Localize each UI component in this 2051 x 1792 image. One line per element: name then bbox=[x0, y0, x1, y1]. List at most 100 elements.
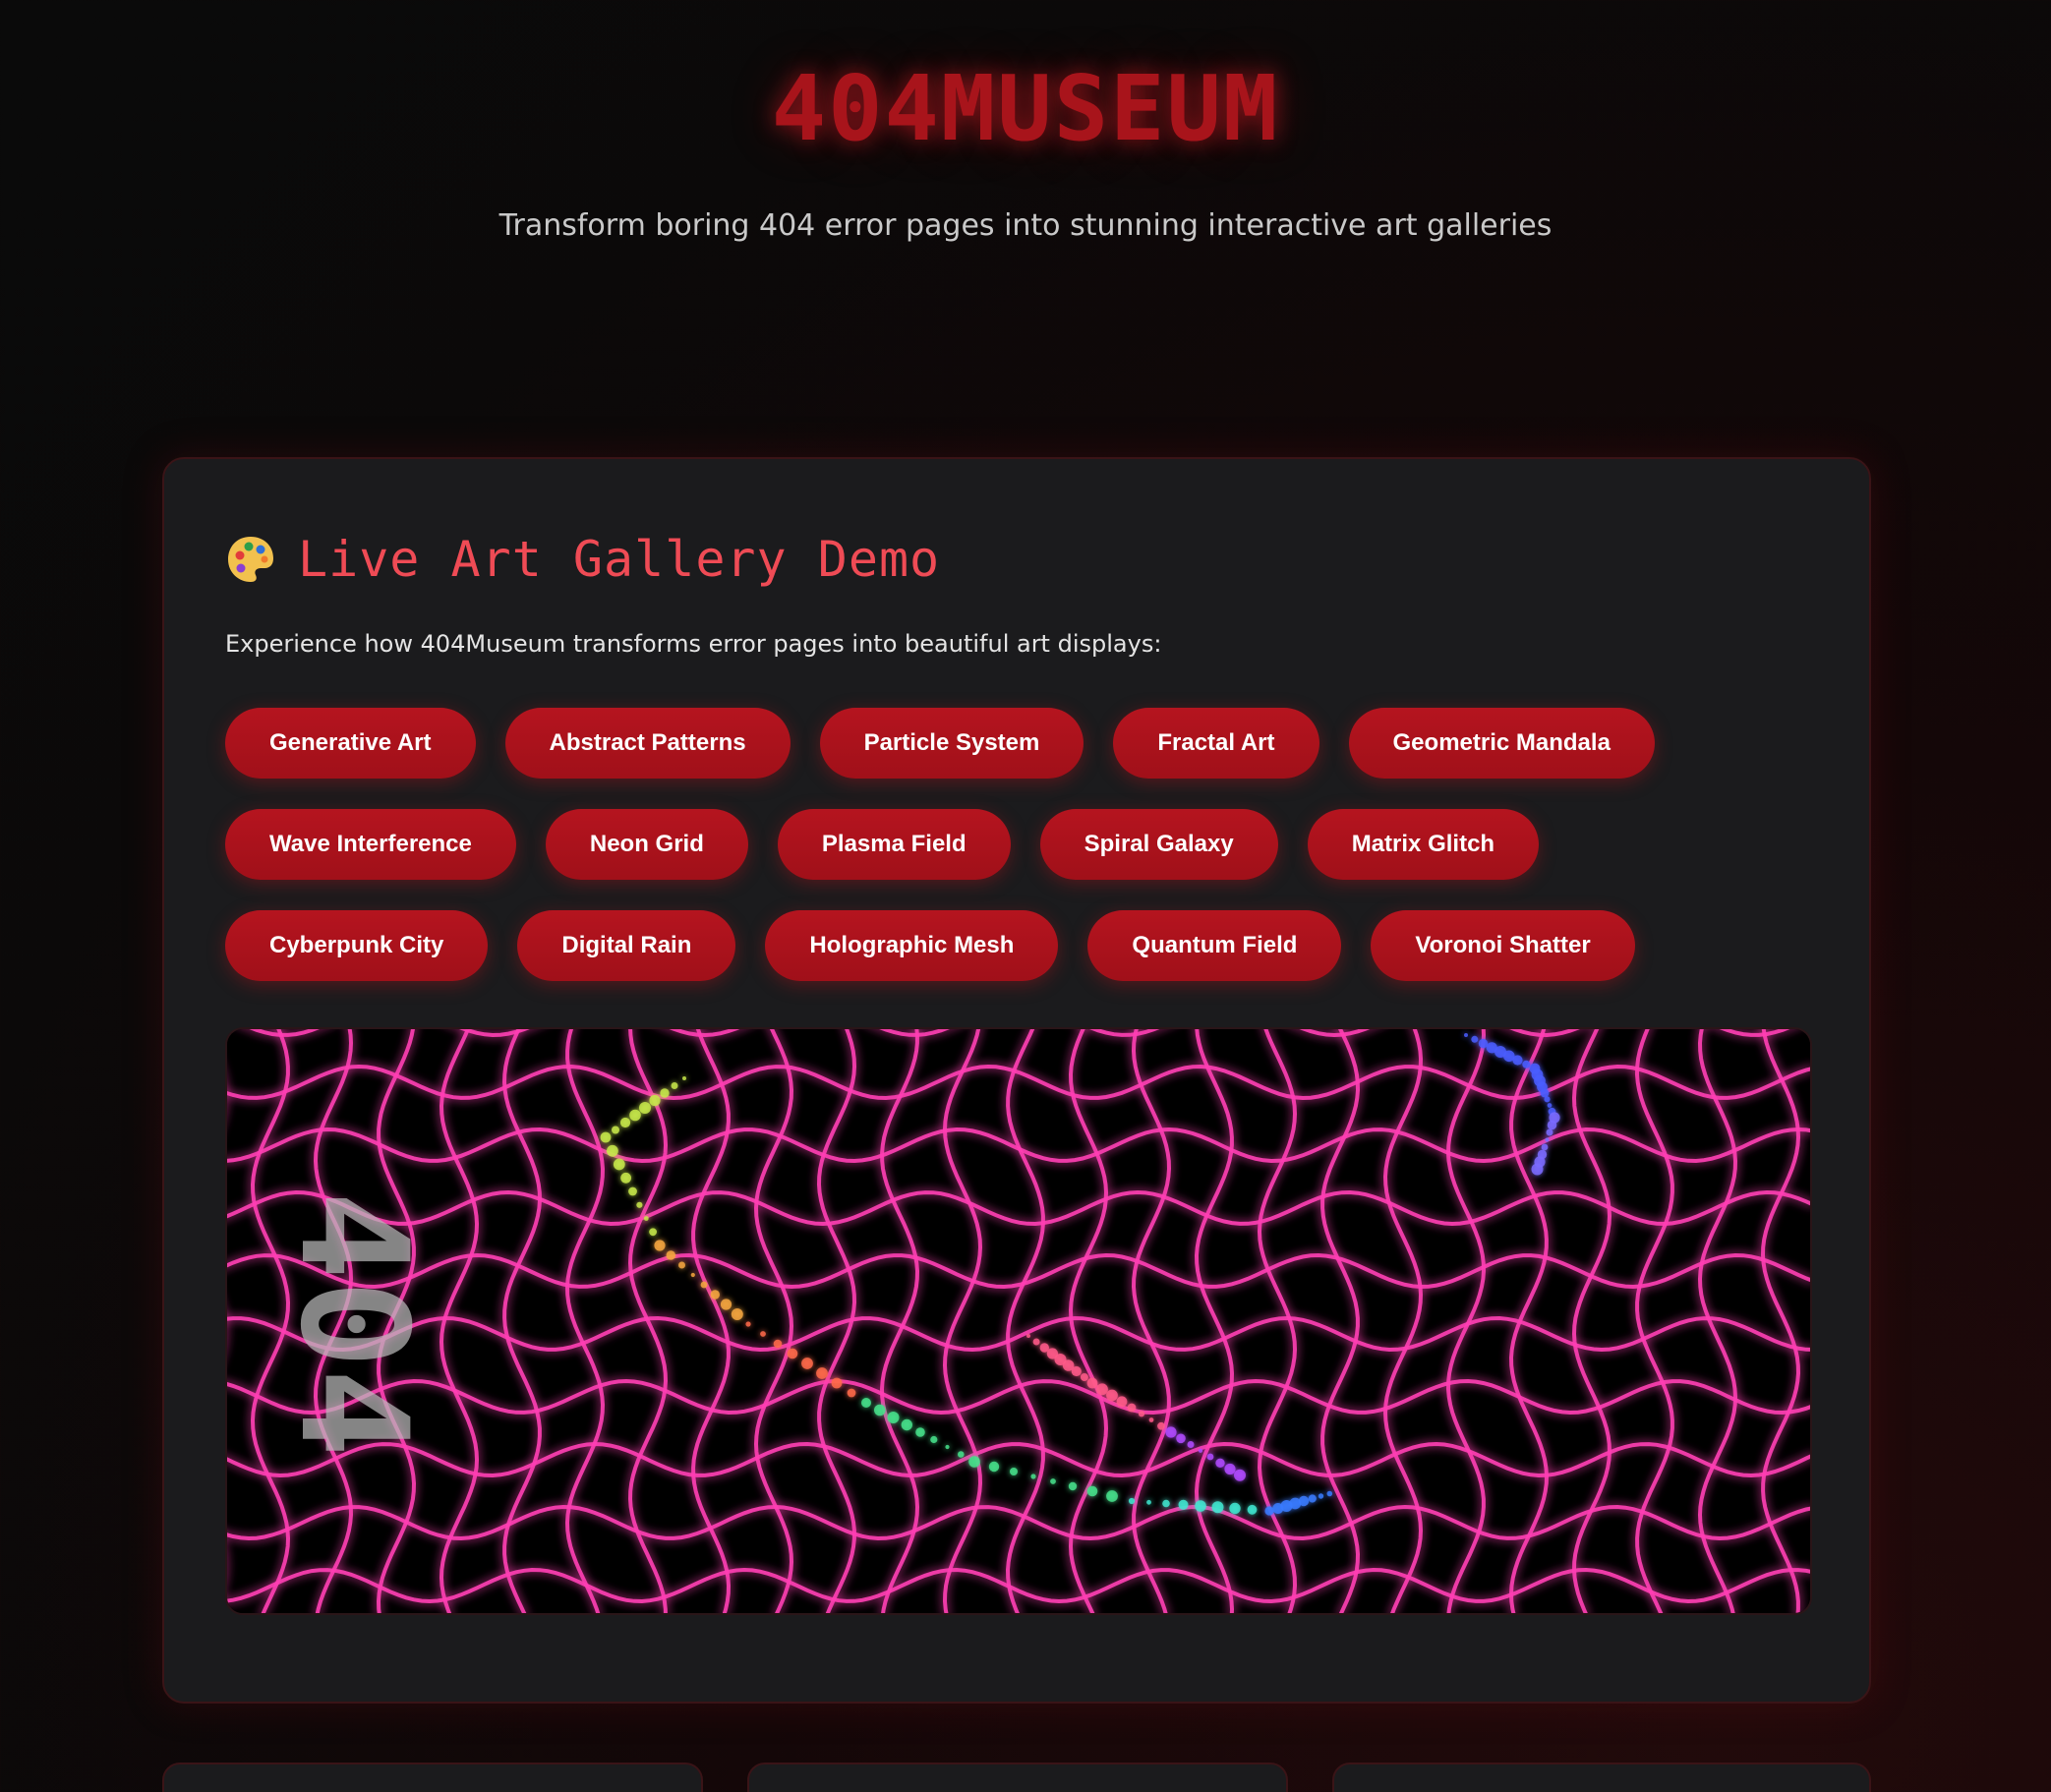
particle-dot bbox=[1106, 1490, 1118, 1502]
style-button-matrix-glitch[interactable]: Matrix Glitch bbox=[1307, 809, 1540, 880]
particle-dot bbox=[874, 1404, 886, 1416]
particle-dot bbox=[1176, 1433, 1186, 1444]
particle-dot bbox=[1010, 1468, 1018, 1475]
particle-dot bbox=[1540, 1088, 1550, 1098]
particle-dot bbox=[1318, 1493, 1324, 1499]
particle-dot bbox=[801, 1358, 813, 1369]
particle-dot bbox=[1096, 1383, 1108, 1396]
demo-title: Live Art Gallery Demo bbox=[298, 531, 941, 588]
live-demo-panel: Live Art Gallery Demo Experience how 404… bbox=[162, 457, 1871, 1704]
particle-dot bbox=[619, 1117, 631, 1128]
particle-dot bbox=[847, 1388, 856, 1398]
style-button-neon-grid[interactable]: Neon Grid bbox=[545, 809, 748, 880]
particle-dot bbox=[816, 1367, 828, 1379]
style-button-wave-interference[interactable]: Wave Interference bbox=[225, 809, 516, 880]
particle-dot bbox=[613, 1158, 625, 1171]
style-button-row-3: Cyberpunk City Digital Rain Holographic … bbox=[225, 910, 1635, 981]
style-button-voronoi-shatter[interactable]: Voronoi Shatter bbox=[1371, 910, 1635, 981]
particle-dot bbox=[1116, 1396, 1128, 1408]
style-button-digital-rain[interactable]: Digital Rain bbox=[517, 910, 736, 981]
particle-dot bbox=[1030, 1474, 1036, 1479]
particle-dot bbox=[1178, 1499, 1189, 1510]
particle-dot bbox=[612, 1126, 619, 1134]
particle-dot bbox=[988, 1461, 1000, 1473]
particle-dot bbox=[915, 1427, 925, 1437]
style-button-row-2: Wave Interference Neon Grid Plasma Field… bbox=[225, 809, 1540, 880]
particle-dot bbox=[1531, 1163, 1544, 1176]
particle-dot bbox=[1032, 1338, 1040, 1346]
particle-dot bbox=[710, 1290, 720, 1300]
particle-dot bbox=[1541, 1143, 1549, 1151]
particle-dot bbox=[1165, 1426, 1177, 1438]
particle-dot bbox=[1086, 1377, 1098, 1389]
particle-dot bbox=[1162, 1499, 1170, 1508]
style-button-abstract-patterns[interactable]: Abstract Patterns bbox=[504, 708, 791, 779]
particle-dot bbox=[639, 1102, 651, 1114]
particle-dot bbox=[1146, 1499, 1151, 1505]
particle-dot bbox=[861, 1398, 871, 1408]
particle-dot bbox=[1308, 1494, 1317, 1503]
particle-dot bbox=[1547, 1103, 1553, 1108]
particle-dot bbox=[787, 1348, 798, 1359]
particle-dot bbox=[1068, 1481, 1078, 1491]
particle-dot bbox=[1215, 1458, 1225, 1468]
particle-dot bbox=[1546, 1128, 1553, 1136]
particle-dot bbox=[1128, 1497, 1136, 1505]
particle-dot bbox=[968, 1456, 980, 1468]
particle-dot bbox=[1464, 1033, 1468, 1037]
particle-dot bbox=[1211, 1501, 1224, 1514]
particle-dot bbox=[1471, 1035, 1479, 1043]
particle-dot bbox=[628, 1186, 637, 1196]
particle-dot bbox=[1326, 1490, 1333, 1497]
particle-dot bbox=[1080, 1373, 1088, 1381]
neon-grid-artwork: 404 bbox=[227, 1029, 1810, 1613]
particle-dot bbox=[760, 1331, 766, 1337]
particle-dot bbox=[773, 1339, 783, 1349]
particle-dot bbox=[930, 1435, 938, 1444]
particle-dot bbox=[1247, 1504, 1258, 1515]
particle-dot bbox=[1086, 1485, 1098, 1497]
particle-dot bbox=[1206, 1453, 1214, 1461]
style-button-generative-art[interactable]: Generative Art bbox=[225, 708, 476, 779]
particle-dot bbox=[678, 1261, 685, 1269]
particle-dot bbox=[607, 1144, 618, 1157]
style-button-quantum-field[interactable]: Quantum Field bbox=[1087, 910, 1342, 981]
particle-dot bbox=[1157, 1421, 1165, 1430]
demo-description: Experience how 404Museum transforms erro… bbox=[225, 630, 1162, 658]
feature-card-2 bbox=[747, 1763, 1288, 1792]
particle-dot bbox=[1187, 1441, 1195, 1448]
particle-dot bbox=[643, 1216, 649, 1221]
style-button-spiral-galaxy[interactable]: Spiral Galaxy bbox=[1039, 809, 1278, 880]
canvas-404-label: 404 bbox=[267, 1191, 439, 1458]
particle-dot bbox=[1050, 1478, 1056, 1484]
style-button-cyberpunk-city[interactable]: Cyberpunk City bbox=[225, 910, 489, 981]
particle-dot bbox=[958, 1451, 965, 1458]
particle-dot bbox=[1195, 1500, 1206, 1512]
particle-dot bbox=[1138, 1411, 1145, 1417]
particle-dot bbox=[671, 1082, 678, 1089]
particle-dot bbox=[700, 1281, 708, 1289]
particle-dot bbox=[1544, 1096, 1551, 1103]
style-button-particle-system[interactable]: Particle System bbox=[819, 708, 1084, 779]
particle-dot bbox=[1512, 1055, 1523, 1066]
particle-dot bbox=[1545, 1137, 1550, 1142]
particle-dot bbox=[1522, 1060, 1531, 1069]
particle-dot bbox=[666, 1250, 676, 1260]
style-button-plasma-field[interactable]: Plasma Field bbox=[777, 809, 1011, 880]
art-canvas[interactable]: 404 bbox=[225, 1027, 1812, 1615]
particle-dot bbox=[1547, 1120, 1557, 1130]
particle-dot bbox=[1478, 1038, 1489, 1049]
feature-card-1 bbox=[162, 1763, 703, 1792]
style-button-row-1: Generative Art Abstract Patterns Particl… bbox=[225, 708, 1655, 779]
style-button-geometric-mandala[interactable]: Geometric Mandala bbox=[1348, 708, 1655, 779]
particle-dot bbox=[1224, 1463, 1236, 1475]
style-button-fractal-art[interactable]: Fractal Art bbox=[1113, 708, 1319, 779]
particle-dot bbox=[682, 1076, 686, 1080]
particle-dot bbox=[1298, 1495, 1310, 1507]
particle-dot bbox=[720, 1299, 732, 1310]
particle-dot bbox=[1071, 1365, 1082, 1377]
particle-dot bbox=[629, 1109, 641, 1122]
style-button-holographic-mesh[interactable]: Holographic Mesh bbox=[765, 910, 1059, 981]
particle-dot bbox=[1229, 1502, 1241, 1515]
palette-icon bbox=[228, 537, 273, 582]
